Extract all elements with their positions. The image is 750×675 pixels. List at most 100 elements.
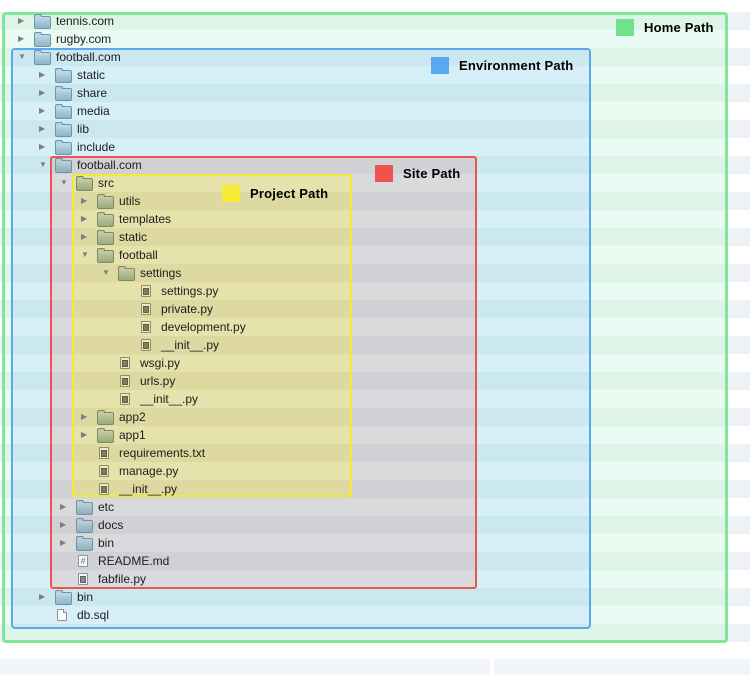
- tree-row[interactable]: ▼ football.com: [0, 48, 750, 66]
- disclosure-expanded-icon[interactable]: ▼: [102, 264, 110, 282]
- disclosure-collapsed-icon[interactable]: ▶: [81, 408, 87, 426]
- tree-item-label: app2: [119, 410, 146, 424]
- disclosure-collapsed-icon[interactable]: ▶: [39, 120, 45, 138]
- disclosure-collapsed-icon[interactable]: ▶: [39, 102, 45, 120]
- tree-item-label: __init__.py: [140, 392, 199, 406]
- tree-item-label: app1: [119, 428, 146, 442]
- disclosure-collapsed-icon[interactable]: ▶: [60, 498, 66, 516]
- tree-item-label: private.py: [161, 302, 214, 316]
- tree-row[interactable]: ▶ bin: [0, 534, 750, 552]
- tree-row[interactable]: ▶ include: [0, 138, 750, 156]
- tree-item-label: lib: [77, 122, 90, 136]
- tree-item-label: src: [98, 176, 114, 190]
- tree-row[interactable]: ▶ utils: [0, 192, 750, 210]
- disclosure-collapsed-icon[interactable]: ▶: [39, 588, 45, 606]
- disclosure-collapsed-icon[interactable]: ▶: [39, 84, 45, 102]
- tree-row[interactable]: development.py: [0, 318, 750, 336]
- disclosure-collapsed-icon[interactable]: ▶: [81, 426, 87, 444]
- folder-icon: [34, 14, 51, 29]
- disclosure-collapsed-icon[interactable]: ▶: [60, 516, 66, 534]
- disclosure-expanded-icon[interactable]: ▼: [60, 174, 68, 192]
- tree-row[interactable]: __init__.py: [0, 390, 750, 408]
- folder-icon: [34, 32, 51, 47]
- document-file-icon: [99, 447, 109, 459]
- legend-environment: Environment Path: [431, 57, 573, 74]
- folder-icon: [76, 500, 93, 515]
- disclosure-collapsed-icon[interactable]: ▶: [60, 534, 66, 552]
- tree-item-label: bin: [77, 590, 94, 604]
- tree-row[interactable]: __init__.py: [0, 480, 750, 498]
- disclosure-expanded-icon[interactable]: ▼: [18, 48, 26, 66]
- tree-row[interactable]: db.sql: [0, 606, 750, 624]
- markdown-file-icon: #: [78, 555, 88, 567]
- bottom-bar: [0, 659, 750, 675]
- site-path-swatch: [375, 165, 393, 182]
- tree-row[interactable]: manage.py: [0, 462, 750, 480]
- tree-item-label: utils: [119, 194, 141, 208]
- document-file-icon: [120, 375, 130, 387]
- folder-icon: [76, 176, 93, 191]
- disclosure-collapsed-icon[interactable]: ▶: [18, 30, 24, 48]
- tree-row[interactable]: wsgi.py: [0, 354, 750, 372]
- tree-row[interactable]: # README.md: [0, 552, 750, 570]
- tree-row[interactable]: ▶ etc: [0, 498, 750, 516]
- folder-icon: [118, 266, 135, 281]
- tree-row[interactable]: ▶ static: [0, 66, 750, 84]
- environment-path-label: Environment Path: [459, 58, 574, 73]
- tree-row[interactable]: ▶ app1: [0, 426, 750, 444]
- tree-row[interactable]: requirements.txt: [0, 444, 750, 462]
- tree-item-label: README.md: [98, 554, 170, 568]
- disclosure-collapsed-icon[interactable]: ▶: [81, 228, 87, 246]
- legend-project: Project Path: [222, 185, 328, 202]
- tree-row[interactable]: urls.py: [0, 372, 750, 390]
- tree-row[interactable]: fabfile.py: [0, 570, 750, 588]
- folder-icon: [97, 410, 114, 425]
- tree-row[interactable]: private.py: [0, 300, 750, 318]
- tree-row[interactable]: ▶ media: [0, 102, 750, 120]
- folder-icon: [55, 122, 72, 137]
- tree-row[interactable]: ▼ football: [0, 246, 750, 264]
- tree-row[interactable]: ▶ lib: [0, 120, 750, 138]
- tree-item-label: etc: [98, 500, 115, 514]
- disclosure-collapsed-icon[interactable]: ▶: [81, 210, 87, 228]
- environment-path-swatch: [431, 57, 449, 74]
- document-file-icon: [99, 465, 109, 477]
- disclosure-expanded-icon[interactable]: ▼: [39, 156, 47, 174]
- legend-home: Home Path: [616, 19, 714, 36]
- tree-item-label: tennis.com: [56, 14, 115, 28]
- bottom-bar-divider: [490, 659, 494, 675]
- tree-row[interactable]: ▶ docs: [0, 516, 750, 534]
- disclosure-collapsed-icon[interactable]: ▶: [18, 12, 24, 30]
- file-tree-panel: ▶ tennis.com ▶ rugby.com ▼ football.com ▶ stati…: [0, 0, 750, 675]
- tree-row[interactable]: ▼ settings: [0, 264, 750, 282]
- tree-item-label: development.py: [161, 320, 246, 334]
- tree-item-label: fabfile.py: [98, 572, 147, 586]
- folder-icon: [55, 68, 72, 83]
- legend-site: Site Path: [375, 165, 460, 182]
- tree-row[interactable]: ▶ app2: [0, 408, 750, 426]
- disclosure-collapsed-icon[interactable]: ▶: [81, 192, 87, 210]
- tree-row[interactable]: ▶ share: [0, 84, 750, 102]
- tree-item-label: football: [119, 248, 158, 262]
- folder-icon: [55, 158, 72, 173]
- document-file-icon: [120, 393, 130, 405]
- tree-row[interactable]: ▶ bin: [0, 588, 750, 606]
- project-path-label: Project Path: [250, 186, 329, 201]
- disclosure-expanded-icon[interactable]: ▼: [81, 246, 89, 264]
- tree-item-label: settings.py: [161, 284, 219, 298]
- home-path-label: Home Path: [644, 20, 714, 35]
- tree-row[interactable]: settings.py: [0, 282, 750, 300]
- tree-item-label: football.com: [56, 50, 121, 64]
- folder-icon: [97, 212, 114, 227]
- tree-row[interactable]: ▶ templates: [0, 210, 750, 228]
- disclosure-collapsed-icon[interactable]: ▶: [39, 138, 45, 156]
- tree-item-label: media: [77, 104, 110, 118]
- disclosure-collapsed-icon[interactable]: ▶: [39, 66, 45, 84]
- folder-icon: [97, 230, 114, 245]
- project-path-swatch: [222, 185, 240, 202]
- tree-item-label: db.sql: [77, 608, 110, 622]
- tree-row[interactable]: __init__.py: [0, 336, 750, 354]
- tree-row[interactable]: ▶ static: [0, 228, 750, 246]
- tree-item-label: football.com: [77, 158, 142, 172]
- plain-file-icon: [57, 609, 67, 621]
